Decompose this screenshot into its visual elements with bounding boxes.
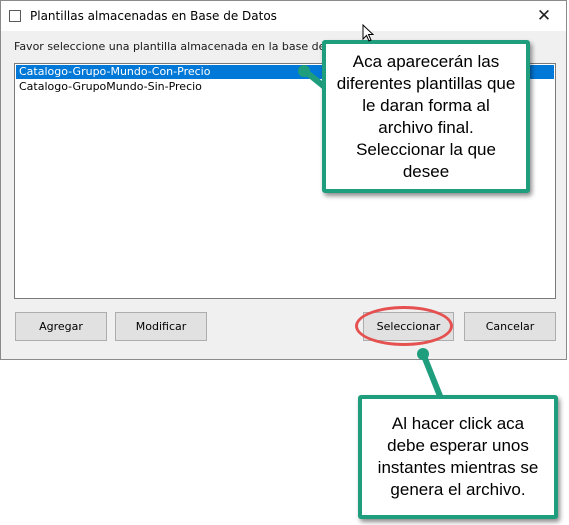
instruction-label: Favor seleccione una plantilla almacenad… [14, 40, 326, 53]
window-icon [9, 10, 21, 22]
select-button[interactable]: Seleccionar [363, 312, 454, 341]
cancel-button[interactable]: Cancelar [464, 312, 556, 341]
mouse-cursor-icon [362, 24, 375, 42]
select-callout-text: Al hacer click aca debe esperar unos ins… [377, 414, 539, 499]
close-icon: ✕ [536, 6, 552, 26]
close-button[interactable]: ✕ [522, 1, 566, 31]
select-callout: Al hacer click aca debe esperar unos ins… [358, 395, 558, 519]
title-bar: Plantillas almacenadas en Base de Datos … [1, 1, 566, 31]
edit-button[interactable]: Modificar [115, 312, 207, 341]
bottom-callout-pointer [421, 353, 443, 399]
list-callout: Aca aparecerán las diferentes plantillas… [322, 40, 530, 193]
add-button[interactable]: Agregar [15, 312, 107, 341]
window-title: Plantillas almacenadas en Base de Datos [30, 9, 277, 23]
list-callout-text: Aca aparecerán las diferentes plantillas… [336, 51, 516, 181]
